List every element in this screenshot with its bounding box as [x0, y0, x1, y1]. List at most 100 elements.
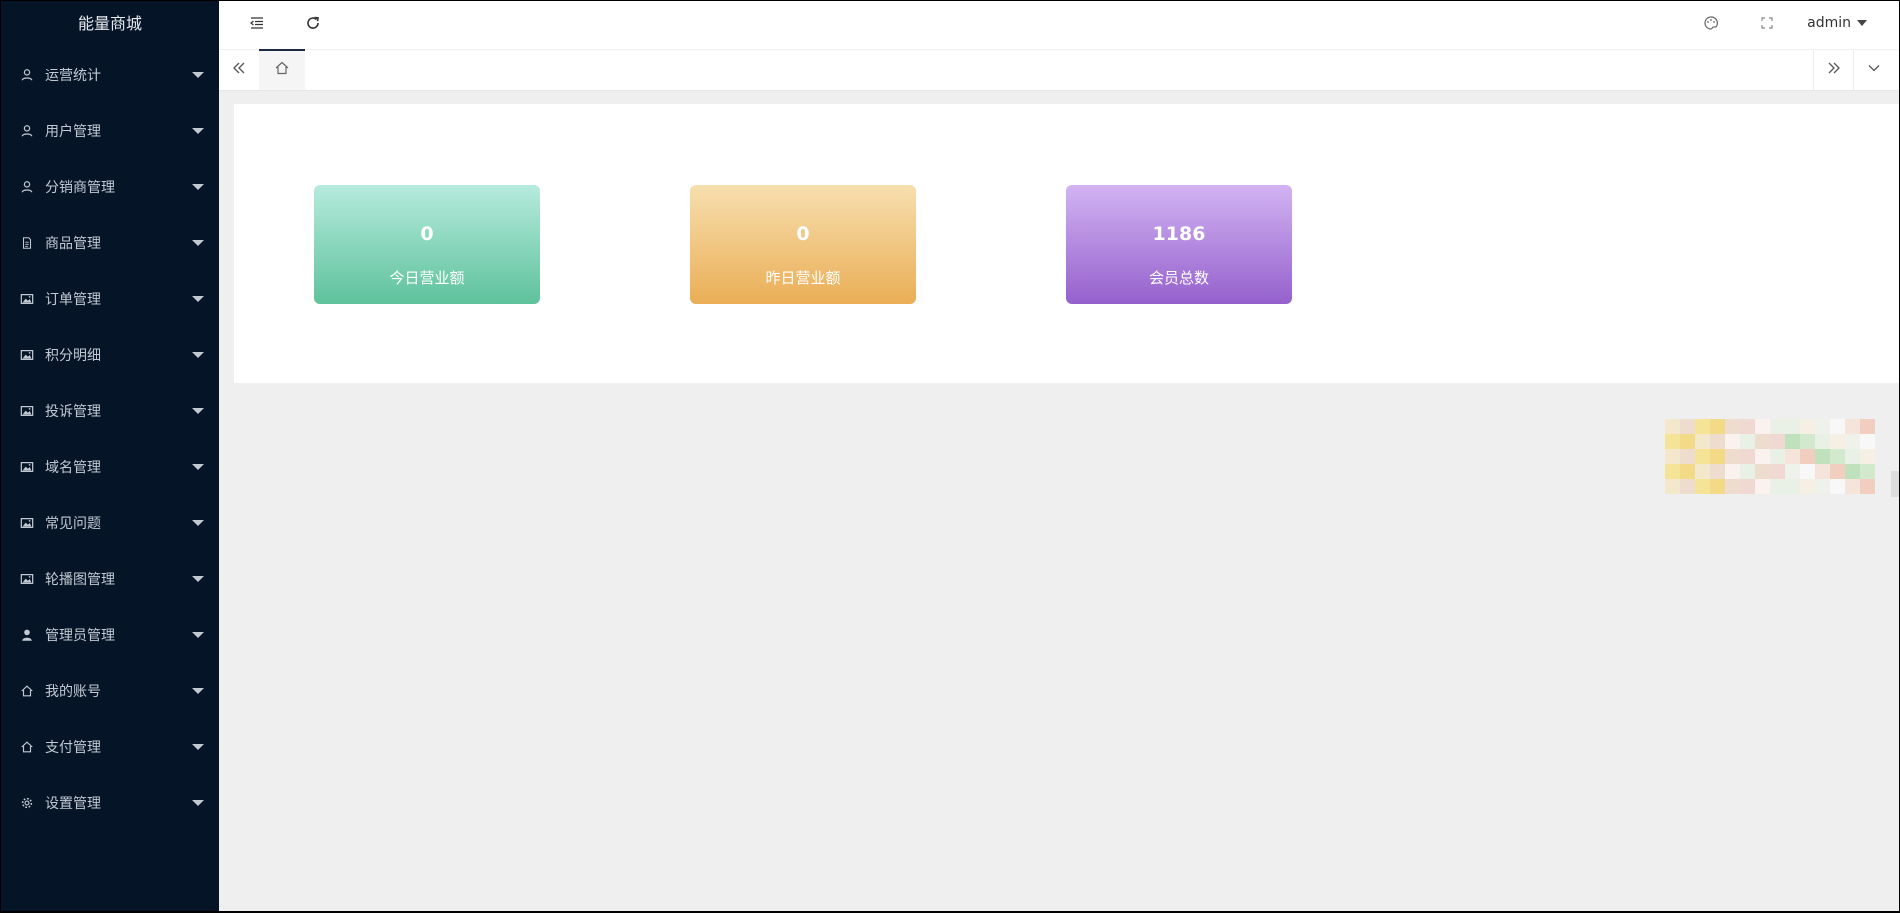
mosaic-pixel [1785, 464, 1800, 479]
mosaic-pixel [1680, 464, 1695, 479]
sidebar-item-distributor-management[interactable]: 分销商管理 [1, 159, 219, 215]
sidebar-item-operations-stats[interactable]: 运营统计 [1, 47, 219, 103]
sidebar-item-label: 支付管理 [45, 740, 101, 756]
user-icon [19, 67, 35, 83]
mosaic-pixel [1710, 449, 1725, 464]
image-icon [19, 459, 35, 475]
sidebar-item-order-management[interactable]: 订单管理 [1, 271, 219, 327]
mosaic-pixel [1770, 449, 1785, 464]
home-icon [274, 60, 290, 80]
sidebar-item-label: 管理员管理 [45, 628, 115, 644]
caret-down-icon [192, 632, 204, 638]
double-chevron-right-icon [1826, 60, 1842, 80]
mosaic-pixel [1740, 434, 1755, 449]
mosaic-pixel [1800, 434, 1815, 449]
caret-down-icon [192, 72, 204, 78]
mosaic-pixel [1830, 464, 1845, 479]
user-menu[interactable]: admin [1807, 15, 1867, 31]
mosaic-pixel [1770, 434, 1785, 449]
sidebar-item-label: 域名管理 [45, 460, 101, 476]
user-icon [19, 123, 35, 139]
sidebar-item-my-account[interactable]: 我的账号 [1, 663, 219, 719]
mosaic-pixel [1845, 434, 1860, 449]
side-handle[interactable] [1891, 471, 1899, 497]
theme-icon [1703, 15, 1719, 35]
sidebar-item-label: 投诉管理 [45, 404, 101, 420]
file-icon [19, 235, 35, 251]
caret-down-icon [192, 184, 204, 190]
home-icon [19, 683, 35, 699]
refresh-button[interactable] [299, 11, 327, 39]
sidebar-item-faq[interactable]: 常见问题 [1, 495, 219, 551]
refresh-icon [305, 15, 321, 35]
sidebar-item-banner-management[interactable]: 轮播图管理 [1, 551, 219, 607]
mosaic-pixel [1785, 419, 1800, 434]
sidebar-item-points-details[interactable]: 积分明细 [1, 327, 219, 383]
sidebar-item-label: 设置管理 [45, 796, 101, 812]
stat-value: 0 [420, 223, 434, 245]
sidebar-item-settings-management[interactable]: 设置管理 [1, 775, 219, 831]
mosaic-pixel [1710, 419, 1725, 434]
tabs-bar [219, 49, 1899, 91]
mosaic-pixel [1800, 464, 1815, 479]
caret-down-icon [192, 128, 204, 134]
sidebar-item-product-management[interactable]: 商品管理 [1, 215, 219, 271]
mosaic-pixel [1680, 449, 1695, 464]
sidebar-item-label: 常见问题 [45, 516, 101, 532]
stat-label: 会员总数 [1148, 269, 1209, 287]
stat-card-today-revenue: 0 今日营业额 [314, 185, 540, 304]
mosaic-pixel [1680, 419, 1695, 434]
mosaic-pixel [1860, 419, 1875, 434]
sidebar-item-domain-management[interactable]: 域名管理 [1, 439, 219, 495]
caret-down-icon [192, 296, 204, 302]
mosaic-pixel [1770, 419, 1785, 434]
mosaic-pixel [1740, 449, 1755, 464]
sidebar-item-label: 用户管理 [45, 124, 101, 140]
sidebar-item-user-management[interactable]: 用户管理 [1, 103, 219, 159]
mosaic-pixel [1725, 434, 1740, 449]
mosaic-pixel [1725, 419, 1740, 434]
caret-down-icon [192, 240, 204, 246]
tab-home[interactable] [259, 49, 305, 90]
tabs-scroll-left-button[interactable] [219, 50, 259, 90]
sidebar: 能量商城 运营统计 用户管理 分销商管理 商品管理 订单管理 积分明细 投诉管理… [1, 1, 219, 911]
stat-card-total-members: 1186 会员总数 [1066, 185, 1292, 304]
mosaic-pixel [1815, 434, 1830, 449]
sidebar-item-complaint-management[interactable]: 投诉管理 [1, 383, 219, 439]
mosaic-pixel [1845, 464, 1860, 479]
sidebar-item-payment-management[interactable]: 支付管理 [1, 719, 219, 775]
mosaic-pixel [1830, 419, 1845, 434]
tabs-scroll-right-button[interactable] [1813, 50, 1854, 90]
caret-down-icon [192, 688, 204, 694]
mosaic-pixel [1860, 449, 1875, 464]
menu-fold-button[interactable] [243, 11, 271, 39]
mosaic-pixel [1680, 434, 1695, 449]
fullscreen-button[interactable] [1753, 11, 1781, 39]
mosaic-pixel [1740, 464, 1755, 479]
mosaic-pixel [1845, 449, 1860, 464]
mosaic-pixel [1830, 479, 1845, 494]
chevron-down-icon [1866, 60, 1882, 80]
image-icon [19, 291, 35, 307]
app-window: 能量商城 运营统计 用户管理 分销商管理 商品管理 订单管理 积分明细 投诉管理… [0, 0, 1899, 912]
mosaic-pixel [1830, 449, 1845, 464]
dashboard-panel: 0 今日营业额 0 昨日营业额 1186 会员总数 [234, 104, 1899, 383]
gear-icon [19, 795, 35, 811]
mosaic-pixel [1710, 434, 1725, 449]
theme-button[interactable] [1697, 11, 1725, 39]
tabs-dropdown-button[interactable] [1853, 50, 1894, 90]
mosaic-pixel [1725, 464, 1740, 479]
image-icon [19, 571, 35, 587]
sidebar-item-label: 运营统计 [45, 68, 101, 84]
mosaic-pixel [1695, 419, 1710, 434]
mosaic-pixel [1695, 449, 1710, 464]
home-icon [19, 739, 35, 755]
image-icon [19, 347, 35, 363]
user-solid-icon [19, 627, 35, 643]
image-icon [19, 515, 35, 531]
stat-value: 0 [796, 223, 810, 245]
caret-down-icon [192, 520, 204, 526]
sidebar-item-admin-management[interactable]: 管理员管理 [1, 607, 219, 663]
mosaic-pixel [1770, 479, 1785, 494]
caret-down-icon [192, 408, 204, 414]
